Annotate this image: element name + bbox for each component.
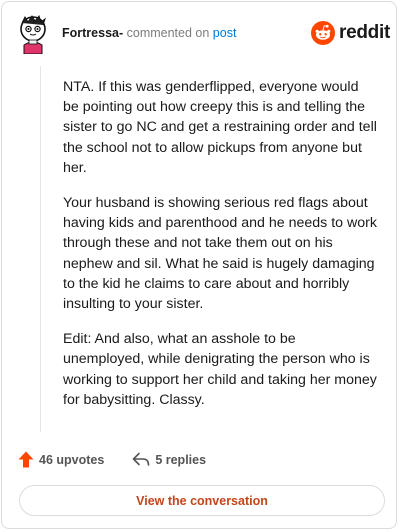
reply-arrow-icon: [133, 452, 150, 466]
replies-stat[interactable]: 5 replies: [132, 452, 206, 467]
comment-header: Fortressa- commented on post reddit: [2, 2, 398, 66]
comment-body: NTA. If this was genderflipped, everyone…: [63, 77, 378, 425]
replies-count: 5 replies: [155, 452, 207, 467]
upvote-arrow-icon: [18, 451, 34, 468]
author-line: Fortressa- commented on post: [62, 26, 236, 40]
comment-paragraph: NTA. If this was genderflipped, everyone…: [63, 79, 377, 176]
post-link[interactable]: post: [213, 26, 237, 40]
comment-card: Fortressa- commented on post reddit NTA.…: [1, 1, 397, 529]
thread-line: [40, 66, 41, 432]
reddit-logo[interactable]: reddit: [311, 21, 390, 45]
upvotes-stat[interactable]: 46 upvotes: [18, 451, 104, 468]
comment-stats: 46 upvotes 5 replies: [18, 451, 206, 468]
upvotes-count: 46 upvotes: [39, 452, 105, 467]
view-conversation-button[interactable]: View the conversation: [19, 485, 385, 516]
comment-paragraph: Your husband is showing serious red flag…: [63, 195, 377, 313]
author-name[interactable]: Fortressa-: [62, 26, 123, 40]
comment-paragraph: Edit: And also, what an asshole to be un…: [63, 331, 377, 408]
reddit-wordmark: reddit: [339, 22, 390, 43]
reddit-logo-icon: [311, 21, 335, 45]
action-text: commented on: [126, 26, 210, 40]
avatar[interactable]: [16, 14, 50, 54]
